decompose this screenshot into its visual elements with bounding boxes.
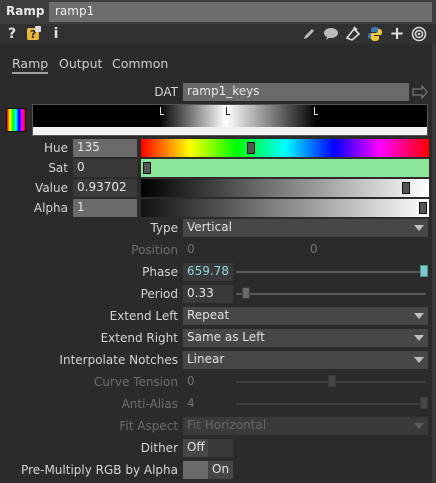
interpolate-notches-label: Interpolate Notches [59, 353, 178, 367]
dat-drag-handle[interactable] [410, 83, 428, 101]
period-slider-track[interactable] [236, 293, 426, 295]
clone-icon[interactable] [344, 24, 362, 44]
value-slider-knob[interactable] [402, 182, 410, 194]
tab-ramp[interactable]: Ramp [12, 56, 49, 74]
period-label: Period [140, 287, 178, 301]
anti-alias-label: Anti-Alias [121, 397, 178, 411]
ramp-key-marker[interactable] [314, 107, 318, 115]
chevron-down-icon [414, 313, 424, 319]
curve-tension-label: Curve Tension [93, 375, 178, 389]
hue-field[interactable]: 135 [73, 139, 137, 157]
panel-scrollbar[interactable] [432, 44, 436, 483]
extend-left-dropdown[interactable]: Repeat [183, 307, 428, 325]
premultiply-label: Pre-Multiply RGB by Alpha [21, 463, 178, 477]
operator-type-label: Ramp [6, 4, 45, 18]
operator-name-field[interactable]: ramp1 [49, 2, 432, 22]
type-value: Vertical [187, 220, 232, 234]
help-icon[interactable]: ? [6, 24, 18, 44]
viewer-target-icon[interactable] [410, 24, 428, 44]
hue-slider[interactable] [141, 139, 429, 157]
phase-field[interactable]: 659.78 [183, 263, 233, 281]
anti-alias-slider-knob[interactable] [420, 397, 428, 409]
anti-alias-slider-track[interactable] [236, 403, 426, 405]
add-icon[interactable]: + [388, 24, 406, 44]
tab-output[interactable]: Output [59, 56, 102, 71]
parameter-tabs: Ramp Output Common [0, 56, 436, 76]
position-y-field[interactable]: 0 [306, 241, 346, 259]
ramp-gradient-preview [33, 105, 427, 127]
tab-common[interactable]: Common [112, 56, 168, 71]
ramp-editor[interactable] [32, 104, 428, 136]
hue-label: Hue [43, 141, 68, 155]
dat-field[interactable]: ramp1_keys [183, 83, 409, 101]
ramp-key-strip [33, 127, 427, 135]
extend-right-value: Same as Left [187, 330, 265, 344]
interpolate-notches-value: Linear [187, 352, 225, 366]
ramp-key-marker[interactable] [160, 107, 164, 115]
extend-right-dropdown[interactable]: Same as Left [183, 329, 428, 347]
type-label: Type [150, 221, 178, 235]
ramp-key-marker[interactable] [226, 107, 230, 115]
parameter-toolbar: ? ? i + [0, 24, 436, 44]
dat-label: DAT [154, 85, 178, 99]
premultiply-off-segment[interactable] [183, 461, 208, 479]
premultiply-toggle[interactable]: On [183, 461, 233, 479]
period-field[interactable]: 0.33 [183, 285, 233, 303]
curve-tension-slider-knob[interactable] [328, 375, 336, 387]
saturation-slider-knob[interactable] [143, 162, 151, 174]
color-spectrum-button[interactable] [6, 108, 26, 132]
alpha-label: Alpha [33, 201, 68, 215]
hue-slider-knob[interactable] [247, 142, 255, 154]
info-icon[interactable]: i [50, 24, 62, 44]
dither-label: Dither [140, 441, 178, 455]
chevron-down-icon [414, 335, 424, 341]
extend-right-label: Extend Right [100, 331, 178, 345]
chevron-down-icon [414, 357, 424, 363]
extend-left-label: Extend Left [109, 309, 178, 323]
python-help-icon[interactable]: ? [24, 24, 44, 44]
saturation-slider[interactable] [141, 159, 429, 177]
fit-aspect-dropdown[interactable]: Fit Horizontal [183, 417, 428, 435]
value-slider[interactable] [141, 179, 429, 197]
dither-toggle[interactable]: Off [183, 439, 233, 457]
value-field[interactable]: 0.93702 [73, 179, 137, 197]
dither-on-segment[interactable] [208, 439, 233, 457]
premultiply-on-segment[interactable]: On [208, 461, 233, 479]
extend-left-value: Repeat [187, 308, 230, 322]
alpha-slider[interactable] [141, 199, 429, 217]
dither-off-segment[interactable]: Off [183, 439, 208, 457]
period-slider-knob[interactable] [242, 287, 250, 299]
chevron-down-icon [414, 423, 424, 429]
phase-slider-track[interactable] [236, 271, 426, 273]
chevron-down-icon [414, 225, 424, 231]
position-label: Position [131, 243, 178, 257]
alpha-slider-knob[interactable] [419, 202, 427, 214]
position-x-field[interactable]: 0 [183, 241, 223, 259]
fit-aspect-value: Fit Horizontal [187, 418, 267, 432]
value-label: Value [35, 181, 68, 195]
phase-slider-knob[interactable] [420, 265, 428, 277]
title-bar: Ramp ramp1 [0, 0, 436, 24]
type-dropdown[interactable]: Vertical [183, 219, 428, 237]
alpha-field[interactable]: 1 [73, 199, 137, 217]
sat-label: Sat [48, 161, 68, 175]
comment-icon[interactable] [322, 24, 340, 44]
sat-field[interactable]: 0 [73, 159, 137, 177]
python-icon[interactable] [366, 24, 384, 44]
interpolate-notches-dropdown[interactable]: Linear [183, 351, 428, 369]
phase-label: Phase [142, 265, 178, 279]
curve-tension-field[interactable]: 0 [183, 373, 233, 391]
pencil-icon[interactable] [300, 24, 318, 44]
anti-alias-field[interactable]: 4 [183, 395, 233, 413]
fit-aspect-label: Fit Aspect [119, 419, 178, 433]
